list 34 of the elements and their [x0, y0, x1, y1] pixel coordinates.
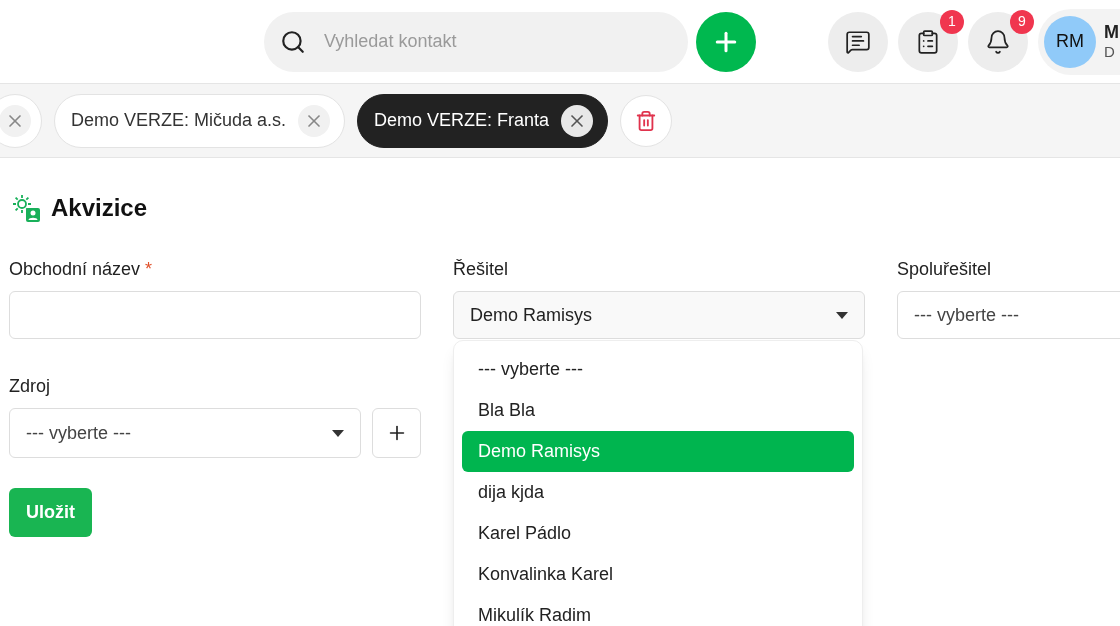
- tab[interactable]: Demo VERZE: Mičuda a.s.: [54, 93, 346, 148]
- page-title: Akvizice: [51, 193, 148, 223]
- field-label: Spoluřešitel: [897, 258, 993, 281]
- select-field[interactable]: --- vyberte ---: [9, 408, 361, 458]
- add-button[interactable]: [372, 408, 421, 458]
- dropdown-option[interactable]: Mikulík Radim: [462, 595, 854, 626]
- name-input-field[interactable]: [9, 291, 421, 339]
- select-field[interactable]: --- vyberte ---: [897, 291, 1120, 339]
- field-label: Řešitel: [453, 258, 510, 281]
- count-badge: 9: [1010, 9, 1034, 34]
- notification-icon: [985, 28, 1011, 55]
- dropdown-option[interactable]: --- vyberte ---: [462, 349, 854, 390]
- dropdown-option[interactable]: Bla Bla: [462, 390, 854, 431]
- search-icon: [280, 28, 306, 55]
- search-field[interactable]: Vyhledat kontakt: [264, 11, 688, 72]
- user-menu[interactable]: RM M D: [1038, 8, 1120, 75]
- close-icon[interactable]: [561, 104, 594, 137]
- user-avatar: RM: [1044, 15, 1096, 68]
- dropdown-option[interactable]: dija kjda: [462, 472, 854, 513]
- user-role: D: [1104, 43, 1116, 63]
- field-label: Obchodní název *: [9, 258, 154, 281]
- dropdown-option[interactable]: Karel Pádlo: [462, 513, 854, 554]
- settings-user-icon: [11, 193, 41, 223]
- select-field[interactable]: Demo Ramisys: [453, 291, 865, 339]
- user-name: M: [1104, 20, 1119, 44]
- message-icon: [845, 28, 871, 55]
- caret-icon: [332, 429, 344, 437]
- count-badge: 1: [940, 9, 964, 34]
- dropdown-option[interactable]: Konvalinka Karel: [462, 554, 854, 595]
- clipboard-icon: [915, 28, 941, 55]
- caret-icon: [836, 311, 848, 319]
- trash-icon: [635, 109, 658, 132]
- field-label: Zdroj: [9, 375, 51, 398]
- tab[interactable]: Demo VERZE: Franta: [357, 93, 609, 148]
